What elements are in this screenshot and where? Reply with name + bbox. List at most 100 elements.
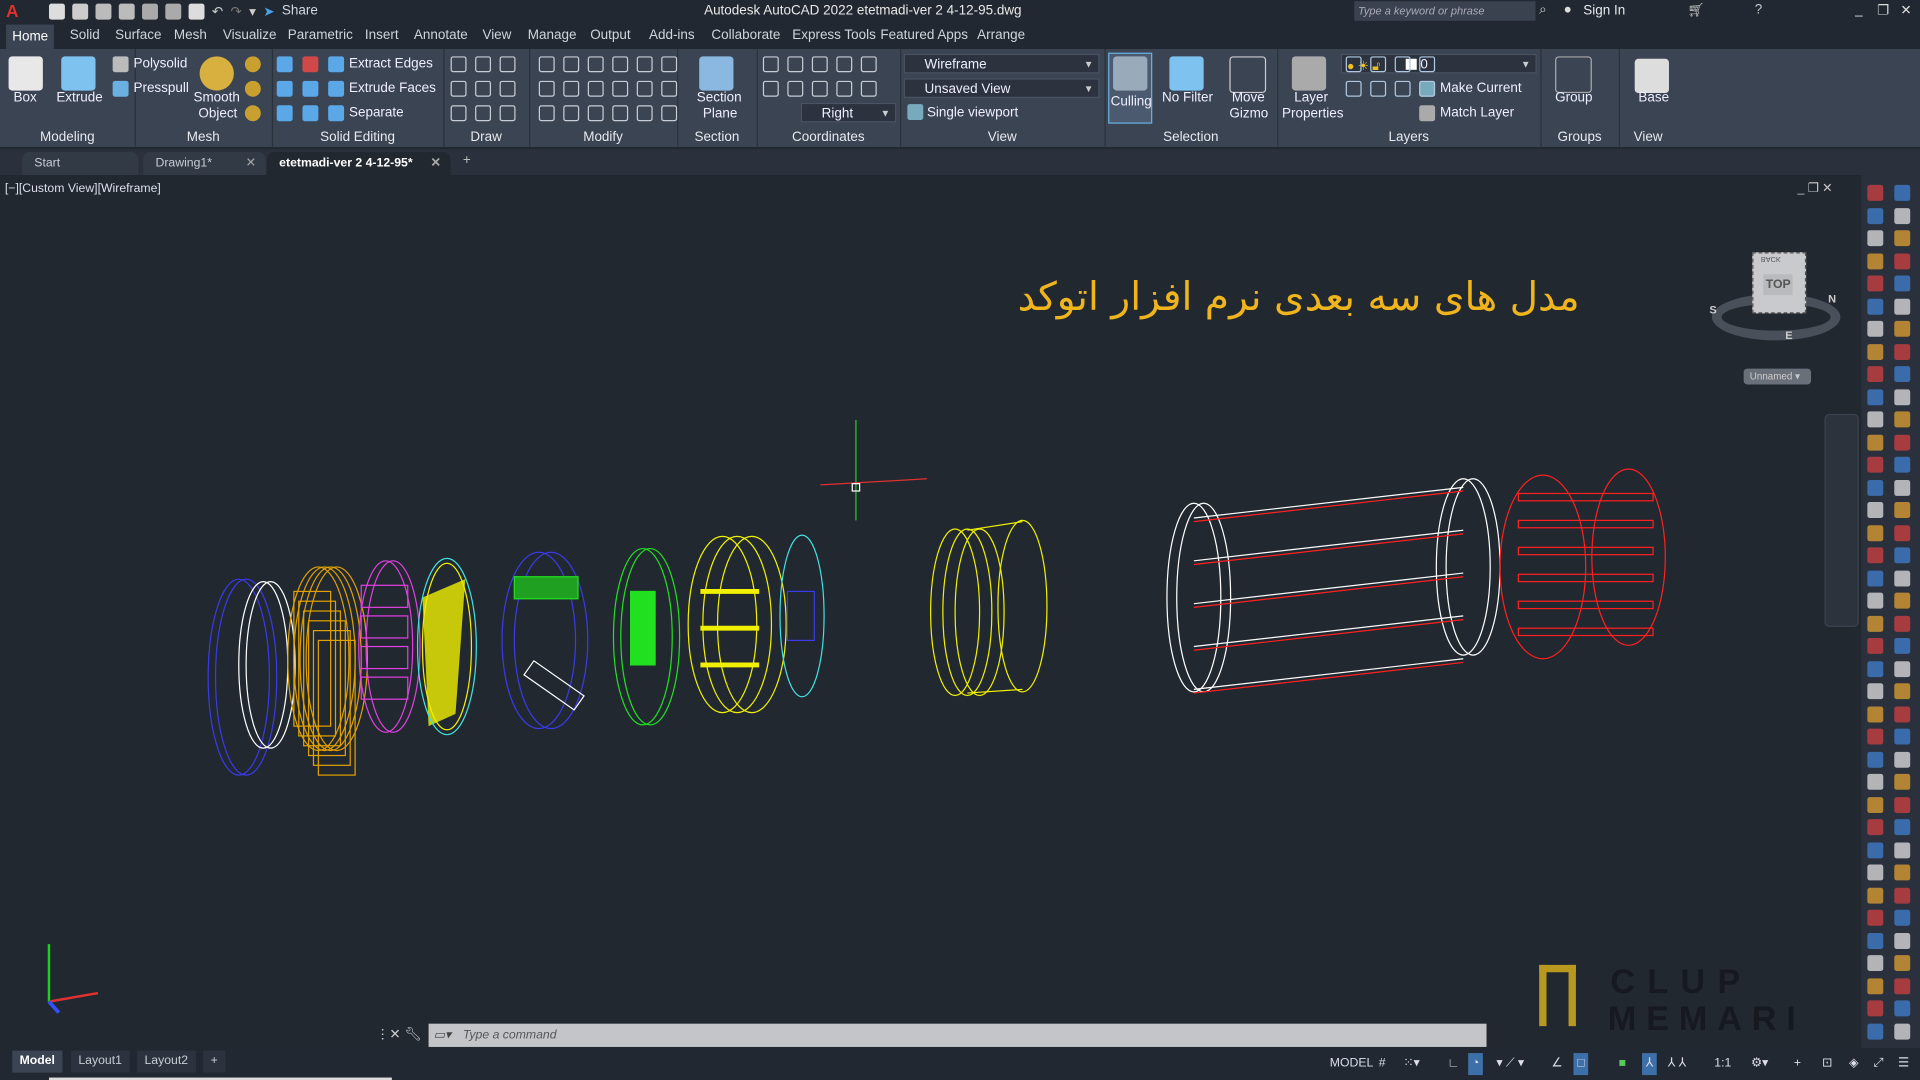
- close-tab-icon[interactable]: ✕: [431, 152, 441, 175]
- tool-palette-icon[interactable]: [1867, 366, 1884, 383]
- tool-palette-icon[interactable]: [1867, 1000, 1884, 1017]
- layer-tool-icon[interactable]: [1419, 80, 1436, 97]
- tool-palette-icon[interactable]: [1867, 592, 1884, 609]
- modify-tool-icon[interactable]: [661, 56, 678, 73]
- redo-icon[interactable]: ↷: [230, 4, 241, 20]
- tool-palette-icon[interactable]: [1894, 909, 1911, 926]
- file-tab-active[interactable]: etetmadi-ver 2 4-12-95* ✕: [266, 151, 451, 176]
- group-icon[interactable]: [1555, 56, 1592, 94]
- named-view-select[interactable]: Unsaved View ▼: [903, 78, 1100, 98]
- tool-palette-icon[interactable]: [1894, 660, 1911, 677]
- layer-tool-icon[interactable]: [1370, 56, 1387, 73]
- tool-palette-icon[interactable]: [1894, 479, 1911, 496]
- tool-palette-icon[interactable]: [1894, 751, 1911, 768]
- help-icon[interactable]: ?: [1755, 2, 1763, 17]
- tool-palette-icon[interactable]: [1867, 456, 1884, 473]
- tool-palette-icon[interactable]: [1867, 909, 1884, 926]
- tool-palette-icon[interactable]: [1867, 479, 1884, 496]
- extrude-faces-button[interactable]: Extrude Faces: [349, 81, 436, 96]
- extract-edges-button[interactable]: Extract Edges: [349, 56, 433, 71]
- save-as-icon[interactable]: [118, 3, 135, 20]
- open-icon[interactable]: [72, 3, 89, 20]
- ribbon-tab-visualize[interactable]: Visualize: [223, 28, 277, 43]
- tool-palette-icon[interactable]: [1867, 320, 1884, 337]
- extrude-icon[interactable]: [61, 56, 96, 91]
- modify-tool-icon[interactable]: [587, 105, 604, 122]
- draw-tool-icon[interactable]: [499, 105, 516, 122]
- panel-label[interactable]: View: [1619, 130, 1678, 145]
- osnap-tracking-icon[interactable]: ∠: [1551, 1053, 1562, 1075]
- modify-tool-icon[interactable]: [612, 80, 629, 97]
- modify-tool-icon[interactable]: [587, 56, 604, 73]
- layout-tab-model[interactable]: Model: [12, 1050, 63, 1073]
- tool-palette-icon[interactable]: [1867, 637, 1884, 654]
- layout-tab-layout2[interactable]: Layout2: [137, 1050, 196, 1073]
- ribbon-tab-collaborate[interactable]: Collaborate: [711, 28, 780, 43]
- tool-palette-icon[interactable]: [1867, 728, 1884, 745]
- tool-palette-icon[interactable]: [1894, 955, 1911, 972]
- compass-n[interactable]: N: [1828, 293, 1836, 305]
- web-save-icon[interactable]: [165, 3, 182, 20]
- viewcube-top-face[interactable]: TOP: [1763, 274, 1794, 296]
- tool-palette-icon[interactable]: [1867, 615, 1884, 632]
- layout-tab-layout1[interactable]: Layout1: [71, 1050, 130, 1073]
- tool-palette-icon[interactable]: [1894, 230, 1911, 247]
- customize-icon[interactable]: ▾: [249, 4, 256, 20]
- ucs-tool-icon[interactable]: [860, 56, 877, 73]
- tool-palette-icon[interactable]: [1867, 184, 1884, 201]
- ucs-tool-icon[interactable]: [811, 56, 828, 73]
- draw-tool-icon[interactable]: [499, 80, 516, 97]
- ucs-tool-icon[interactable]: [787, 56, 804, 73]
- tool-palette-icon[interactable]: [1894, 615, 1911, 632]
- close-button[interactable]: ✕: [1900, 2, 1911, 19]
- smooth-object-icon[interactable]: [199, 56, 234, 91]
- modify-tool-icon[interactable]: [538, 80, 555, 97]
- ucs-menu-button[interactable]: Unnamed ▾: [1743, 368, 1812, 385]
- tool-palette-icon[interactable]: [1894, 977, 1911, 994]
- layer-properties-label[interactable]: Layer: [1294, 91, 1328, 106]
- ucs-tool-icon[interactable]: [836, 56, 853, 73]
- base-view-button[interactable]: Base: [1638, 91, 1669, 106]
- panel-label[interactable]: Modify: [529, 130, 677, 145]
- tool-palette-icon[interactable]: [1867, 275, 1884, 292]
- extrude-button[interactable]: Extrude: [56, 91, 102, 106]
- smooth-object-label[interactable]: Smooth: [193, 91, 239, 106]
- separate-button[interactable]: Separate: [349, 105, 404, 120]
- tool-palette-icon[interactable]: [1894, 841, 1911, 858]
- group-button[interactable]: Group: [1555, 91, 1592, 106]
- compass-e[interactable]: E: [1785, 329, 1792, 341]
- drawing-canvas[interactable]: [−][Custom View][Wireframe] _ ❐ ✕ مدل ها…: [0, 175, 1862, 1049]
- base-view-icon[interactable]: [1634, 58, 1669, 94]
- tool-palette-icon[interactable]: [1894, 252, 1911, 269]
- draw-tool-icon[interactable]: [475, 105, 492, 122]
- tool-palette-icon[interactable]: [1894, 773, 1911, 790]
- ucs-tool-icon[interactable]: [762, 80, 779, 97]
- new-tab-button[interactable]: +: [463, 153, 471, 168]
- tool-palette-icon[interactable]: [1894, 388, 1911, 405]
- tool-palette-icon[interactable]: [1867, 660, 1884, 677]
- section-plane-icon[interactable]: [699, 56, 734, 91]
- draw-tool-icon[interactable]: [475, 80, 492, 97]
- tool-palette-icon[interactable]: [1894, 411, 1911, 428]
- tool-palette-icon[interactable]: [1894, 887, 1911, 904]
- ribbon-tab-arrange[interactable]: Arrange: [977, 28, 1025, 43]
- visual-style-select[interactable]: Wireframe ▼: [903, 53, 1100, 74]
- ucs-tool-icon[interactable]: [787, 80, 804, 97]
- draw-tool-icon[interactable]: [450, 56, 467, 73]
- tool-palette-icon[interactable]: [1867, 887, 1884, 904]
- ribbon-tab-home[interactable]: Home: [6, 24, 55, 49]
- section-plane-label[interactable]: Section: [697, 91, 742, 106]
- ortho-icon[interactable]: ∟: [1447, 1053, 1459, 1075]
- file-tab-drawing1[interactable]: Drawing1* ✕: [143, 151, 266, 176]
- modify-tool-icon[interactable]: [636, 105, 653, 122]
- cart-icon[interactable]: 🛒︎: [1687, 2, 1704, 19]
- ribbon-tab-solid[interactable]: Solid: [70, 28, 100, 43]
- ucs-tool-icon[interactable]: [762, 56, 779, 73]
- move-gizmo-icon[interactable]: [1229, 56, 1267, 94]
- panel-label[interactable]: Mesh: [135, 130, 272, 145]
- modify-tool-icon[interactable]: [636, 80, 653, 97]
- tool-palette-icon[interactable]: [1894, 1023, 1911, 1039]
- modify-tool-icon[interactable]: [612, 56, 629, 73]
- no-filter-button[interactable]: No Filter: [1162, 91, 1213, 106]
- tool-palette-icon[interactable]: [1894, 705, 1911, 722]
